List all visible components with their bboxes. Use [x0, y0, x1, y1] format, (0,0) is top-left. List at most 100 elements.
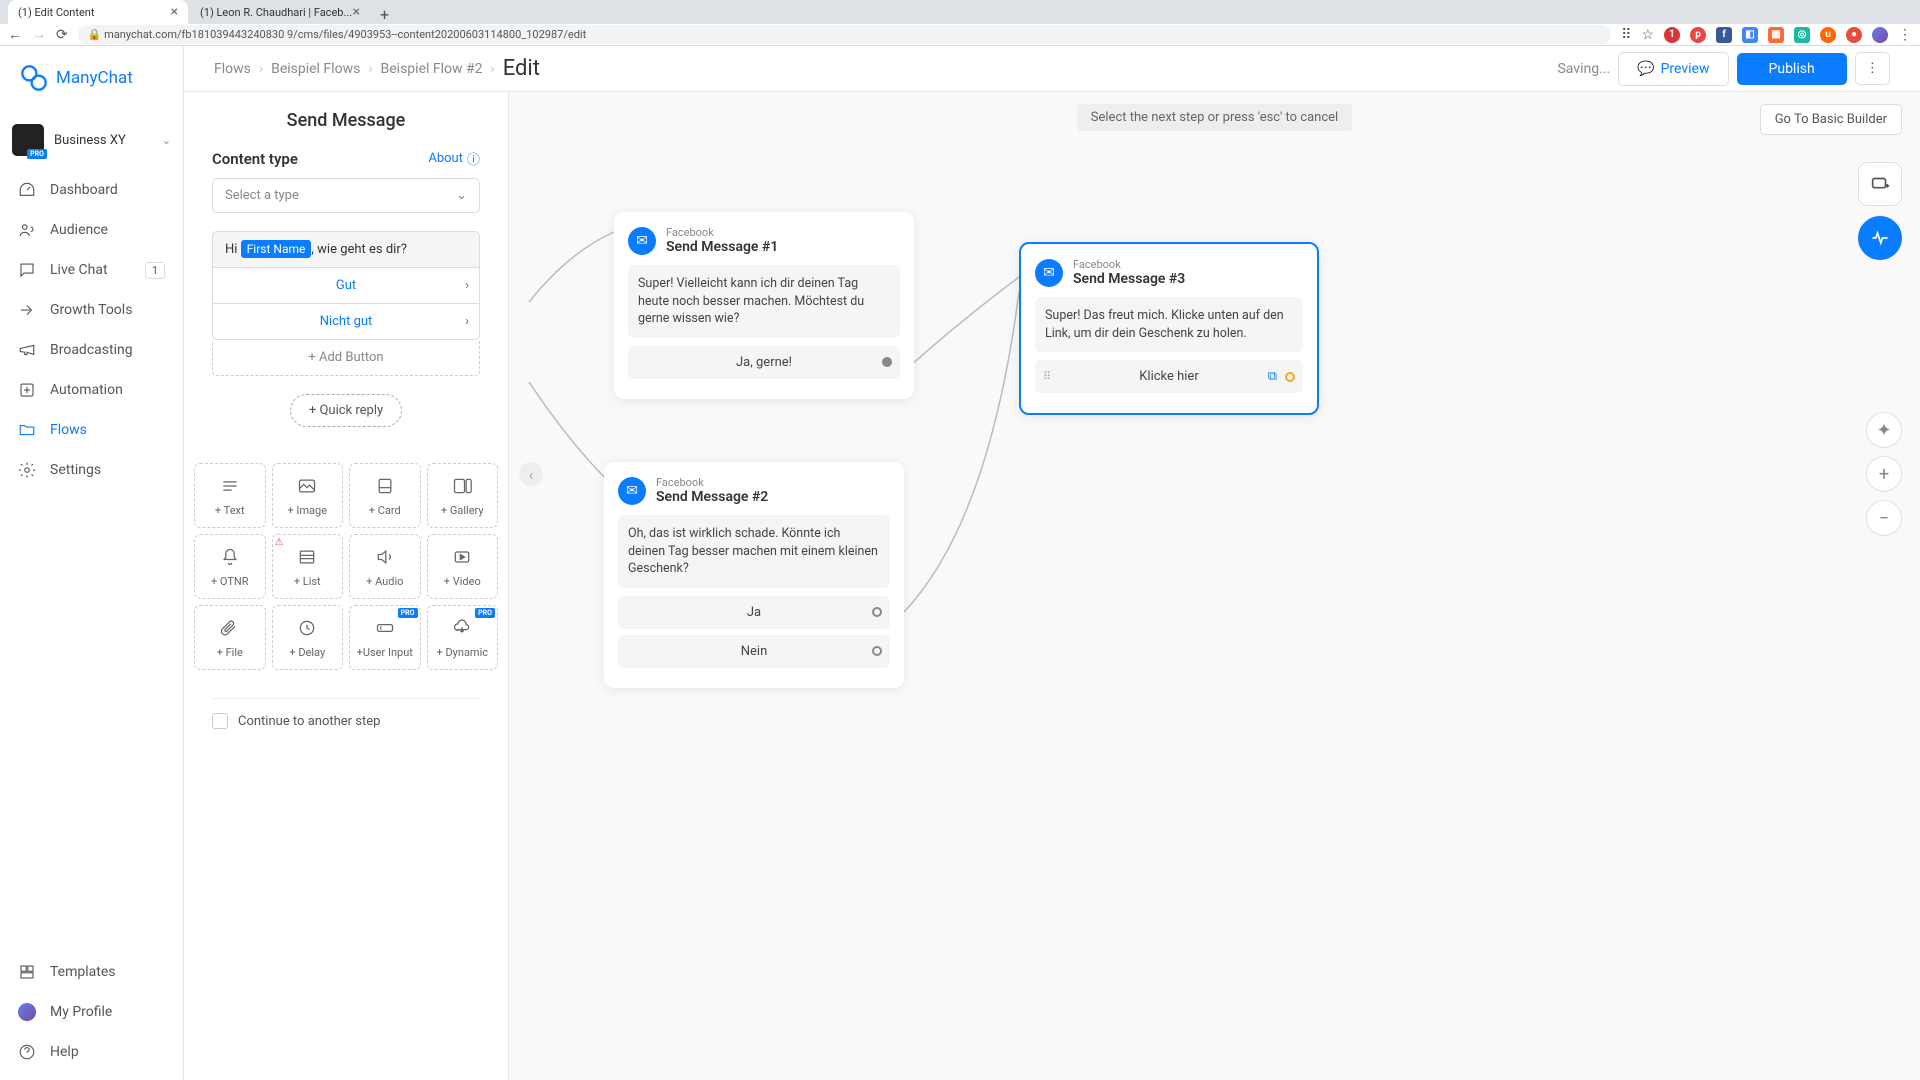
topbar: Flows › Beispiel Flows › Beispiel Flow #…: [184, 46, 1920, 92]
sidebar-item-settings[interactable]: Settings: [0, 450, 183, 490]
gauge-icon: [18, 181, 36, 199]
chevron-down-icon: ⌄: [456, 188, 467, 203]
block-video[interactable]: + Video: [427, 534, 499, 599]
extension-icon[interactable]: ▦: [1768, 27, 1784, 43]
star-icon[interactable]: ☆: [1641, 27, 1654, 43]
flow-node-2[interactable]: ✉ Facebook Send Message #2 Oh, das ist w…: [604, 462, 904, 688]
url-bar-row: ← → ⟳ 🔒 manychat.com/fb181039443240830 9…: [0, 24, 1920, 45]
sidebar-item-audience[interactable]: Audience: [0, 210, 183, 250]
sidebar-item-profile[interactable]: My Profile: [0, 992, 183, 1032]
extension-icon[interactable]: 1: [1664, 27, 1680, 43]
node-button-ja[interactable]: Ja: [618, 596, 890, 629]
url-input[interactable]: 🔒 manychat.com/fb181039443240830 9/cms/f…: [78, 25, 1611, 44]
nav-label: Live Chat: [50, 262, 108, 278]
block-list[interactable]: ⚠+ List: [272, 534, 344, 599]
add-button-row[interactable]: + Add Button: [212, 340, 480, 376]
health-check-button[interactable]: [1858, 216, 1902, 260]
text-icon: [199, 474, 261, 498]
connector-dot[interactable]: [882, 357, 892, 367]
nav-label: Audience: [50, 222, 108, 238]
sidebar-item-help[interactable]: Help: [0, 1032, 183, 1072]
extension-icon[interactable]: p: [1690, 27, 1706, 43]
back-icon[interactable]: ←: [8, 26, 22, 43]
crumb-flows[interactable]: Flows: [214, 61, 251, 77]
option-button-nichtgut[interactable]: Nicht gut ›: [213, 303, 479, 339]
sidebar-item-broadcasting[interactable]: Broadcasting: [0, 330, 183, 370]
account-switcher[interactable]: PRO Business XY ⌄: [0, 110, 183, 170]
tab-title: (1) Leon R. Chaudhari | Faceb...: [200, 6, 352, 19]
block-text[interactable]: + Text: [194, 463, 266, 528]
node-channel: Facebook: [666, 226, 778, 239]
flow-node-1[interactable]: ✉ Facebook Send Message #1 Super! Vielle…: [614, 212, 914, 399]
chat-icon: [18, 261, 36, 279]
about-link[interactable]: About ⓘ: [428, 149, 480, 168]
crumb-flow[interactable]: Beispiel Flow #2: [381, 61, 483, 77]
connector-dot[interactable]: [1285, 372, 1295, 382]
block-delay[interactable]: + Delay: [272, 605, 344, 670]
block-otnr[interactable]: + OTNR: [194, 534, 266, 599]
content-type-select[interactable]: Select a type ⌄: [212, 178, 480, 213]
sidebar-item-templates[interactable]: Templates: [0, 952, 183, 992]
preview-button[interactable]: 💬 Preview: [1618, 52, 1728, 86]
zoom-in-button[interactable]: +: [1866, 456, 1902, 492]
new-tab-button[interactable]: +: [372, 5, 397, 24]
forward-icon[interactable]: →: [32, 26, 46, 43]
extension-icon[interactable]: f: [1716, 27, 1732, 43]
variable-chip[interactable]: First Name: [241, 240, 312, 258]
close-icon[interactable]: ×: [171, 4, 178, 20]
profile-icon[interactable]: [1872, 27, 1888, 43]
block-card[interactable]: + Card: [349, 463, 421, 528]
extension-icon[interactable]: u: [1820, 27, 1836, 43]
sidebar-item-dashboard[interactable]: Dashboard: [0, 170, 183, 210]
extension-icon[interactable]: ●: [1846, 27, 1862, 43]
megaphone-icon: [18, 341, 36, 359]
flow-node-3[interactable]: ✉ Facebook Send Message #3 Super! Das fr…: [1019, 242, 1319, 415]
block-file[interactable]: + File: [194, 605, 266, 670]
translate-icon[interactable]: ⠿: [1621, 27, 1631, 43]
extension-icon[interactable]: ◎: [1794, 27, 1810, 43]
sidebar-item-livechat[interactable]: Live Chat 1: [0, 250, 183, 290]
extension-icon[interactable]: ◧: [1742, 27, 1758, 43]
close-icon[interactable]: ×: [353, 4, 360, 20]
collapse-panel-button[interactable]: ‹: [519, 462, 543, 486]
chevron-right-icon: ›: [465, 314, 469, 329]
sidebar-item-automation[interactable]: Automation: [0, 370, 183, 410]
nav-label: Flows: [50, 422, 87, 438]
quick-reply-button[interactable]: + Quick reply: [290, 394, 402, 427]
brand-logo-icon: [20, 64, 48, 92]
menu-icon[interactable]: ⋮: [1898, 27, 1912, 43]
block-image[interactable]: + Image: [272, 463, 344, 528]
auto-arrange-button[interactable]: ✦: [1866, 412, 1902, 448]
canvas-hint: Select the next step or press 'esc' to c…: [1077, 104, 1352, 131]
publish-button[interactable]: Publish: [1737, 53, 1847, 85]
flow-canvas[interactable]: Select the next step or press 'esc' to c…: [509, 92, 1920, 1080]
continue-checkbox-row[interactable]: Continue to another step: [184, 713, 508, 729]
continue-label: Continue to another step: [238, 714, 380, 729]
message-text[interactable]: Hi First Name, wie geht es dir?: [213, 232, 479, 267]
connector-dot[interactable]: [872, 646, 882, 656]
block-dynamic[interactable]: PRO+ Dynamic: [427, 605, 499, 670]
node-button-nein[interactable]: Nein: [618, 635, 890, 668]
zoom-out-button[interactable]: −: [1866, 500, 1902, 536]
browser-tab[interactable]: (1) Leon R. Chaudhari | Faceb... ×: [190, 0, 370, 24]
option-button-gut[interactable]: Gut ›: [213, 267, 479, 303]
checkbox[interactable]: [212, 713, 228, 729]
basic-builder-button[interactable]: Go To Basic Builder: [1760, 104, 1902, 135]
node-button-ja-gerne[interactable]: Ja, gerne!: [628, 346, 900, 379]
add-node-button[interactable]: [1858, 162, 1902, 206]
block-gallery[interactable]: + Gallery: [427, 463, 499, 528]
more-button[interactable]: ⋮: [1855, 52, 1890, 85]
crumb-folder[interactable]: Beispiel Flows: [271, 61, 360, 77]
browser-tab-active[interactable]: (1) Edit Content ×: [8, 0, 188, 24]
block-audio[interactable]: + Audio: [349, 534, 421, 599]
sidebar-item-flows[interactable]: Flows: [0, 410, 183, 450]
node-button-klicke-hier[interactable]: ⠿ Klicke hier ⧉: [1035, 360, 1303, 393]
option-label: Nicht gut: [320, 314, 373, 329]
nav-label: Templates: [50, 964, 116, 980]
message-block[interactable]: Hi First Name, wie geht es dir? Gut › Ni…: [212, 231, 480, 340]
sidebar-item-growth[interactable]: Growth Tools: [0, 290, 183, 330]
nav-label: Broadcasting: [50, 342, 133, 358]
reload-icon[interactable]: ⟳: [56, 27, 68, 43]
connector-dot[interactable]: [872, 607, 882, 617]
block-userinput[interactable]: PRO+User Input: [349, 605, 421, 670]
